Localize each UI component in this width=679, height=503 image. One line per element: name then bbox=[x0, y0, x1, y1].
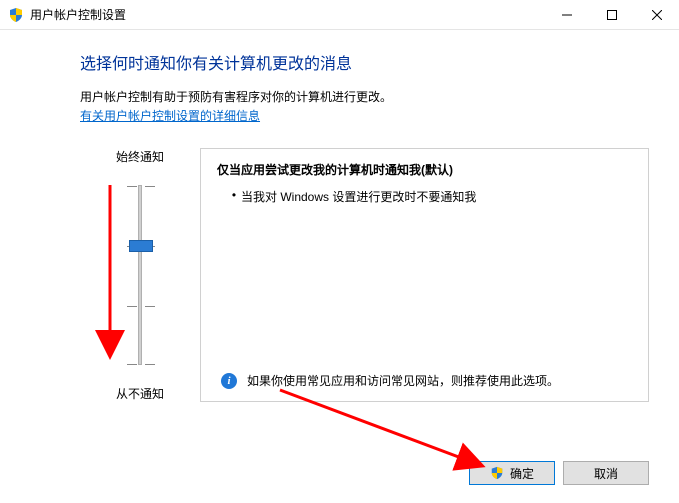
notification-slider[interactable] bbox=[138, 175, 142, 375]
description-text: 用户帐户控制有助于预防有害程序对你的计算机进行更改。 bbox=[80, 88, 649, 105]
window-controls bbox=[544, 0, 679, 29]
body-area: 始终通知 从不通知 仅当应用尝试更改我的计算机时通知我(默认) • 当我对 bbox=[80, 148, 649, 402]
panel-title: 仅当应用尝试更改我的计算机时通知我(默认) bbox=[217, 161, 632, 178]
info-icon: i bbox=[221, 373, 237, 389]
shield-icon bbox=[8, 7, 24, 23]
close-button[interactable] bbox=[634, 0, 679, 29]
more-info-link[interactable]: 有关用户帐户控制设置的详细信息 bbox=[80, 109, 260, 123]
slider-column: 始终通知 从不通知 bbox=[80, 148, 200, 402]
recommendation-text: 如果你使用常见应用和访问常见网站，则推荐使用此选项。 bbox=[247, 372, 559, 389]
content-area: 选择何时通知你有关计算机更改的消息 用户帐户控制有助于预防有害程序对你的计算机进… bbox=[0, 30, 679, 402]
slider-thumb[interactable] bbox=[129, 240, 153, 252]
cancel-button[interactable]: 取消 bbox=[563, 461, 649, 485]
maximize-button[interactable] bbox=[589, 0, 634, 29]
slider-label-never: 从不通知 bbox=[116, 385, 164, 402]
page-heading: 选择何时通知你有关计算机更改的消息 bbox=[80, 50, 649, 74]
panel-item-text: 当我对 Windows 设置进行更改时不要通知我 bbox=[241, 188, 476, 205]
info-panel: 仅当应用尝试更改我的计算机时通知我(默认) • 当我对 Windows 设置进行… bbox=[200, 148, 649, 402]
shield-icon bbox=[490, 466, 504, 480]
list-item: • 当我对 Windows 设置进行更改时不要通知我 bbox=[227, 188, 632, 205]
footer-buttons: 确定 取消 bbox=[469, 461, 649, 485]
window-title: 用户帐户控制设置 bbox=[30, 6, 544, 23]
titlebar: 用户帐户控制设置 bbox=[0, 0, 679, 30]
minimize-button[interactable] bbox=[544, 0, 589, 29]
bullet-icon: • bbox=[227, 188, 241, 202]
slider-label-always: 始终通知 bbox=[116, 148, 164, 165]
recommendation-row: i 如果你使用常见应用和访问常见网站，则推荐使用此选项。 bbox=[217, 372, 632, 389]
cancel-button-label: 取消 bbox=[594, 465, 618, 482]
ok-button[interactable]: 确定 bbox=[469, 461, 555, 485]
ok-button-label: 确定 bbox=[510, 465, 534, 482]
